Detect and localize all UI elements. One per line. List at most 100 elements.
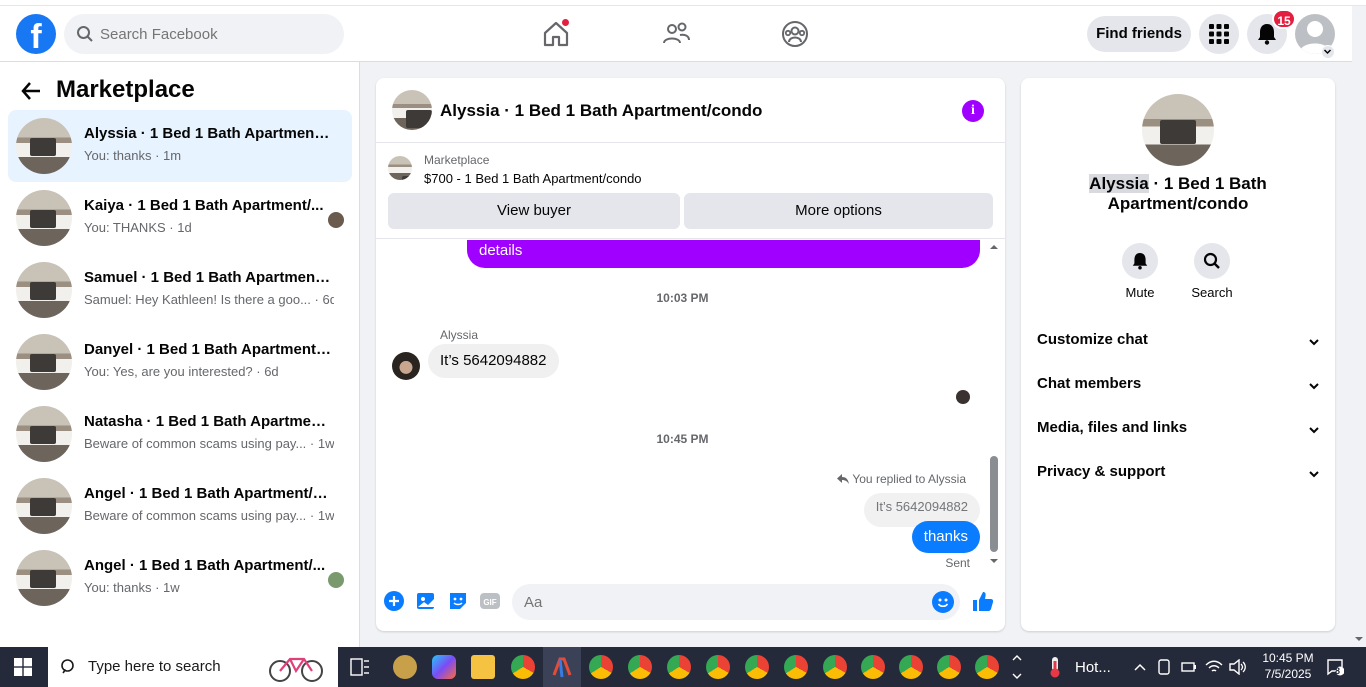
copilot-app-icon[interactable] <box>432 655 456 679</box>
menu-grid-button[interactable] <box>1199 14 1239 54</box>
listing-title[interactable]: $700 - 1 Bed 1 Bath Apartment/condo <box>424 171 642 186</box>
scrollbar-thumb[interactable] <box>990 456 998 552</box>
conversation-title: Kaiya · 1 Bed 1 Bath Apartment/... <box>84 197 324 214</box>
friends-nav-icon[interactable] <box>660 18 692 50</box>
mute-button[interactable] <box>1122 243 1158 279</box>
chrome-profile-icon[interactable] <box>628 655 652 679</box>
conversation-item[interactable]: Samuel · 1 Bed 1 Bath Apartment/c... Sam… <box>8 254 352 326</box>
reply-arrow-icon <box>837 474 850 484</box>
chat-members-section[interactable]: Chat members <box>1037 375 1327 399</box>
task-view-icon[interactable] <box>350 658 370 676</box>
taskbar-overflow-icon[interactable] <box>1011 651 1023 683</box>
weather-label[interactable]: Hot... <box>1075 659 1111 676</box>
search-action[interactable]: Search <box>1182 243 1242 300</box>
scroll-up-icon[interactable] <box>986 242 1002 252</box>
volume-icon[interactable] <box>1229 659 1247 675</box>
conversation-item[interactable]: Kaiya · 1 Bed 1 Bath Apartment/... You: … <box>8 182 352 254</box>
chrome-app-icon[interactable] <box>511 655 535 679</box>
home-nav-icon[interactable] <box>540 18 572 50</box>
chevron-up-icon[interactable] <box>1133 661 1147 673</box>
conversation-item[interactable]: Angel · 1 Bed 1 Bath Apartment/... You: … <box>8 542 352 614</box>
conversation-item[interactable]: Natasha · 1 Bed 1 Bath Apartment/... Bew… <box>8 398 352 470</box>
sticker-icon[interactable] <box>447 590 469 612</box>
privacy-support-section[interactable]: Privacy & support <box>1037 463 1327 487</box>
clock-time: 10:45 PM <box>1262 651 1314 665</box>
add-circle-icon[interactable] <box>383 590 405 612</box>
search-input[interactable] <box>100 14 330 54</box>
listing-thumbnail <box>16 478 72 534</box>
chat-title[interactable]: Alyssia · 1 Bed 1 Bath Apartment/condo <box>440 101 762 121</box>
mute-label: Mute <box>1125 285 1155 300</box>
search-conversation-button[interactable] <box>1194 243 1230 279</box>
sender-name: Alyssia <box>440 328 479 342</box>
message-bubble-incoming: It’s 5642094882 <box>428 344 559 378</box>
chat-panel: Alyssia · 1 Bed 1 Bath Apartment/condo i… <box>376 78 1005 631</box>
chrome-profile-icon[interactable] <box>667 655 691 679</box>
chrome-profile-icon[interactable] <box>823 655 847 679</box>
search-box[interactable] <box>64 14 344 54</box>
message-thread: details 10:03 PM Alyssia It’s 5642094882… <box>376 240 1005 570</box>
groups-nav-icon[interactable] <box>779 18 811 50</box>
sender-avatar[interactable] <box>392 352 420 380</box>
windows-start-icon[interactable] <box>14 658 32 676</box>
scroll-down-icon[interactable] <box>1352 634 1366 644</box>
reply-indicator: You replied to Alyssia <box>837 472 966 486</box>
chat-details-panel: Alyssia · 1 Bed 1 Bath Apartment/condo M… <box>1021 78 1335 631</box>
more-options-button[interactable]: More options <box>684 193 993 229</box>
conversation-preview: Beware of common scams using pay... · 1w <box>84 508 334 523</box>
listing-thumbnail <box>16 550 72 606</box>
conversation-title: Natasha · 1 Bed 1 Bath Apartment/... <box>84 413 334 430</box>
thread-scrollbar[interactable] <box>986 240 1002 570</box>
notification-count: 8 <box>1335 666 1341 676</box>
system-clock[interactable]: 10:45 PM 7/5/2025 <box>1258 650 1318 682</box>
listing-thumbnail <box>16 262 72 318</box>
conversation-item[interactable]: Danyel · 1 Bed 1 Bath Apartment/c... You… <box>8 326 352 398</box>
emoji-icon[interactable] <box>932 591 954 613</box>
chrome-profile-icon[interactable] <box>899 655 923 679</box>
media-files-links-section[interactable]: Media, files and links <box>1037 419 1327 443</box>
listing-avatar-large[interactable] <box>1142 94 1214 166</box>
facebook-logo-icon[interactable]: f <box>16 14 56 54</box>
message-input-box[interactable] <box>512 584 960 620</box>
conversation-title: Danyel · 1 Bed 1 Bath Apartment/c... <box>84 341 334 358</box>
view-buyer-button[interactable]: View buyer <box>388 193 680 229</box>
thumbs-up-icon[interactable] <box>972 590 994 612</box>
message-composer: GIF <box>376 578 1005 626</box>
conversation-title: Alyssia · 1 Bed 1 Bath Apartment/c... <box>84 125 334 142</box>
chevron-down-icon <box>1309 339 1319 346</box>
chrome-profile-icon[interactable] <box>589 655 613 679</box>
message-input[interactable] <box>524 584 924 620</box>
paint-app-icon[interactable] <box>393 655 417 679</box>
account-caret-icon[interactable] <box>1321 45 1335 59</box>
info-icon[interactable]: i <box>962 100 984 122</box>
chrome-profile-icon[interactable] <box>975 655 999 679</box>
battery-icon[interactable] <box>1181 661 1197 673</box>
chrome-profile-icon[interactable] <box>937 655 961 679</box>
scroll-down-icon[interactable] <box>986 556 1002 566</box>
conversation-preview: You: thanks · 1m <box>84 148 182 163</box>
conversation-item[interactable]: Angel · 1 Bed 1 Bath Apartment/co... Bew… <box>8 470 352 542</box>
gif-icon[interactable]: GIF <box>479 590 501 612</box>
chat-listing-avatar[interactable] <box>392 90 432 130</box>
search-icon <box>1203 252 1220 269</box>
chrome-profile-icon[interactable] <box>706 655 730 679</box>
chrome-profile-icon[interactable] <box>784 655 808 679</box>
device-icon[interactable] <box>1157 659 1171 675</box>
customize-chat-section[interactable]: Customize chat <box>1037 331 1327 355</box>
page-scrollbar[interactable] <box>1352 62 1366 647</box>
back-arrow-icon[interactable] <box>20 80 42 102</box>
read-receipt-avatar <box>956 390 970 404</box>
conversation-preview: You: THANKS · 1d <box>84 220 192 235</box>
chrome-profile-icon[interactable] <box>745 655 769 679</box>
conversation-item[interactable]: Alyssia · 1 Bed 1 Bath Apartment/c... Yo… <box>8 110 352 182</box>
page-title: Marketplace <box>56 76 195 103</box>
mute-action[interactable]: Mute <box>1110 243 1170 300</box>
conversation-preview: Samuel: Hey Kathleen! Is there a goo... … <box>84 292 334 307</box>
file-explorer-icon[interactable] <box>471 655 495 679</box>
chrome-profile-icon[interactable] <box>861 655 885 679</box>
photo-icon[interactable] <box>415 590 437 612</box>
find-friends-button[interactable]: Find friends <box>1087 16 1191 52</box>
wifi-icon[interactable] <box>1205 659 1223 675</box>
bell-icon <box>1132 253 1148 270</box>
active-app-icon[interactable] <box>550 655 574 679</box>
